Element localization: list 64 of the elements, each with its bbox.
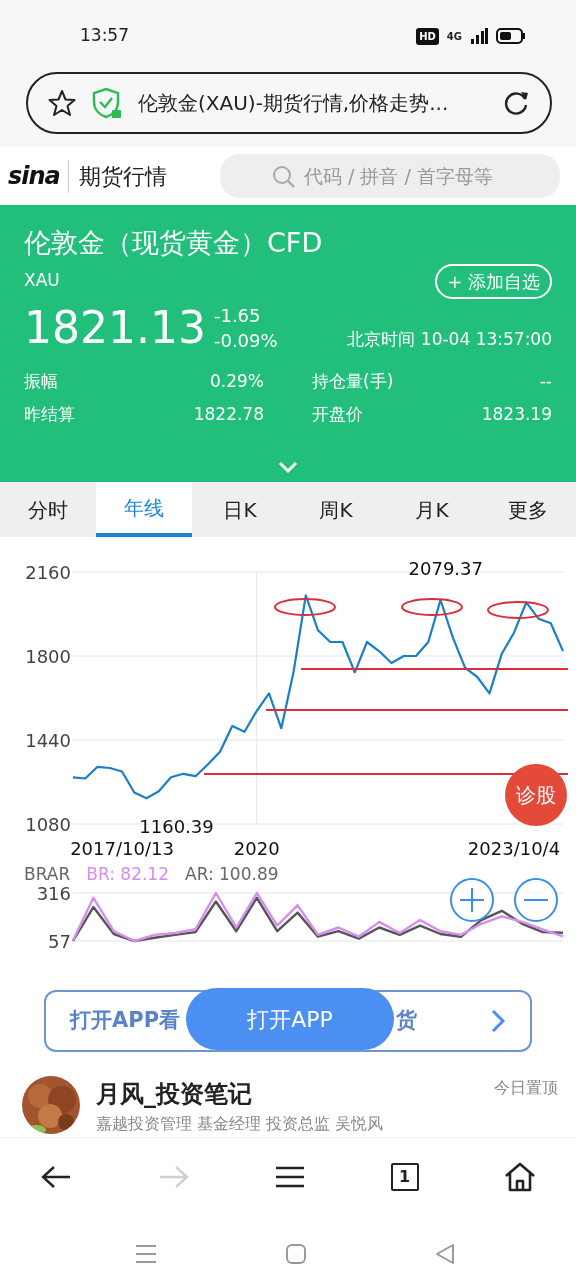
x-axis-label: 2020 <box>233 838 280 859</box>
menu-icon[interactable] <box>275 1166 305 1188</box>
tab-count-button[interactable]: 1 <box>390 1163 419 1191</box>
section-title: 期货行情 <box>67 159 167 193</box>
reload-icon[interactable] <box>502 89 530 117</box>
recents-icon[interactable] <box>135 1244 157 1264</box>
y-axis-label: 2160 <box>25 562 71 583</box>
home-button-icon[interactable] <box>284 1243 307 1265</box>
chevron-right-icon[interactable] <box>490 1009 506 1033</box>
search-icon <box>272 165 296 189</box>
home-icon[interactable] <box>504 1162 536 1192</box>
diagnose-button[interactable]: 诊股 <box>505 764 567 826</box>
chart-tab[interactable]: 周K <box>288 482 384 537</box>
chart-tab[interactable]: 月K <box>384 482 480 537</box>
zoom-in-icon[interactable] <box>449 877 495 923</box>
x-axis-label: 2017/10/13 <box>70 838 174 859</box>
x-axis-label: 2023/10/4 <box>467 838 561 859</box>
banner-text[interactable]: 货 <box>396 1005 418 1037</box>
author-name[interactable]: 月风_投资笔记 <box>96 1076 384 1112</box>
y-axis-label: 1080 <box>25 814 71 835</box>
hd-badge: HD <box>416 27 439 45</box>
indicator-legend: AR: 100.89 <box>185 862 279 884</box>
chart-tab[interactable]: 年线 <box>96 482 192 537</box>
network-label: 4G <box>446 29 462 44</box>
stat-label: 振幅 <box>24 369 58 393</box>
stat-label: 开盘价 <box>312 403 363 427</box>
instrument-code: XAU <box>24 269 60 293</box>
quote-time: 北京时间 10-04 13:57:00 <box>347 328 552 352</box>
site-logo: sina <box>8 161 60 192</box>
page-title: 伦敦金(XAU)-期货行情,价格走势... <box>138 90 450 117</box>
back-icon[interactable] <box>40 1165 72 1189</box>
zoom-out-icon[interactable] <box>513 877 559 923</box>
chart-tab[interactable]: 更多 <box>480 482 576 537</box>
author-title: 嘉越投资管理 基金经理 投资总监 吴悦风 <box>96 1113 384 1135</box>
percent-change: -0.09% <box>213 328 278 353</box>
indicator-name: BRAR <box>24 863 71 884</box>
stat-value: 1823.19 <box>481 403 552 427</box>
battery-icon <box>496 28 526 44</box>
stat-label: 昨结算 <box>24 403 75 427</box>
signal-icon <box>470 28 488 44</box>
price-change: -1.65 <box>213 303 262 328</box>
y-axis-label: 57 <box>48 931 71 952</box>
stat-label: 持仓量(手) <box>312 369 394 393</box>
last-price: 1821.13 <box>24 305 206 350</box>
pinned-tag: 今日置顶 <box>494 1076 558 1137</box>
low-value-label: 1160.39 <box>139 816 214 837</box>
stat-value: 1822.78 <box>193 403 264 427</box>
y-axis-label: 1800 <box>25 646 71 667</box>
high-value-label: 2079.37 <box>408 558 483 579</box>
y-axis-label: 316 <box>36 884 71 904</box>
status-time: 13:57 <box>80 24 129 48</box>
back-button-icon[interactable] <box>434 1243 456 1265</box>
search-field[interactable]: 代码 / 拼音 / 首字母等 <box>220 154 560 198</box>
chart-tab[interactable]: 分时 <box>0 482 96 537</box>
star-icon[interactable] <box>48 89 76 117</box>
instrument-name: 伦敦金（现货黄金）CFD <box>24 226 324 260</box>
shield-icon <box>92 87 122 119</box>
banner-text[interactable]: 打开APP看 <box>70 1005 181 1037</box>
y-axis-label: 1440 <box>25 730 71 751</box>
chevron-down-icon[interactable] <box>277 460 299 474</box>
stat-value: -- <box>539 369 552 393</box>
chart-tab[interactable]: 日K <box>192 482 288 537</box>
stat-value: 0.29% <box>210 369 264 393</box>
indicator-legend: BR: 82.12 <box>86 862 169 884</box>
